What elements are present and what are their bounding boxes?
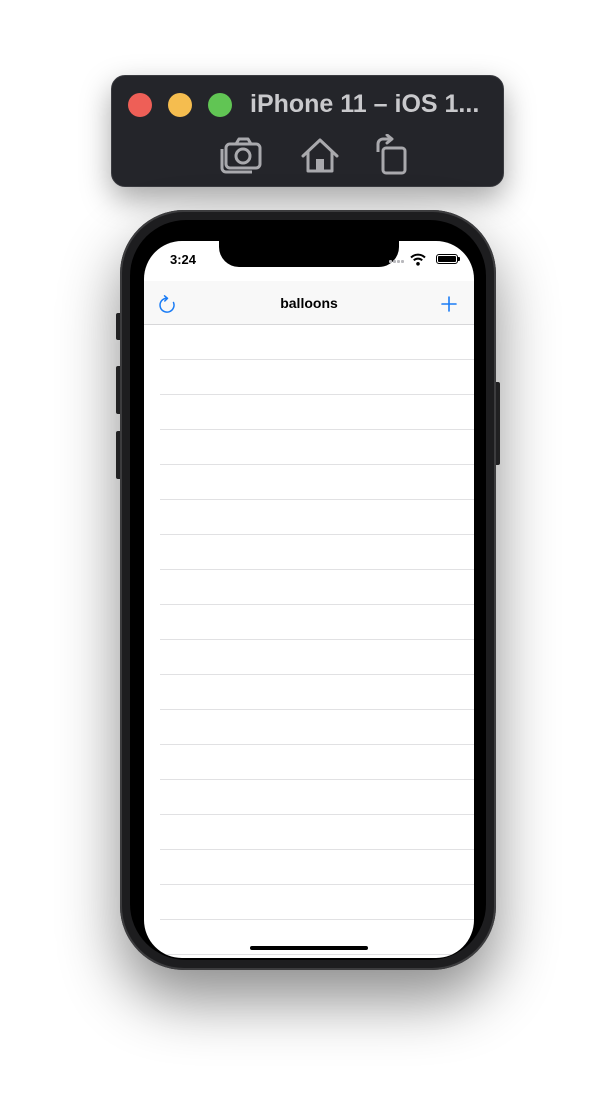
wifi-icon <box>410 253 426 266</box>
table-row[interactable] <box>160 465 474 500</box>
simulator-title-bar: iPhone 11 – iOS 1... <box>111 75 504 187</box>
phone-bezel: 3:24 balloons <box>130 220 486 960</box>
page-title: balloons <box>280 295 338 311</box>
battery-icon <box>436 254 460 264</box>
table-row[interactable] <box>160 500 474 535</box>
minimize-window-button[interactable] <box>168 93 192 117</box>
rotate-button[interactable] <box>370 134 416 176</box>
home-indicator[interactable] <box>250 946 368 950</box>
screenshot-icon <box>220 137 262 174</box>
navigation-bar: balloons <box>144 281 474 325</box>
table-row[interactable] <box>160 675 474 710</box>
iphone-frame: 3:24 balloons <box>120 210 496 970</box>
notch <box>219 241 399 267</box>
table-row[interactable] <box>160 885 474 920</box>
table-row[interactable] <box>160 780 474 815</box>
table-row[interactable] <box>160 745 474 780</box>
balloons-table[interactable] <box>144 325 474 955</box>
screenshot-button[interactable] <box>220 134 266 176</box>
home-icon <box>301 138 339 173</box>
table-row[interactable] <box>160 815 474 850</box>
table-row[interactable] <box>160 710 474 745</box>
home-button[interactable] <box>297 134 343 176</box>
phone-screen: 3:24 balloons <box>144 241 474 958</box>
zoom-window-button[interactable] <box>208 93 232 117</box>
table-row[interactable] <box>160 360 474 395</box>
cellular-signal-icon <box>388 259 404 263</box>
table-row[interactable] <box>160 395 474 430</box>
table-row[interactable] <box>160 570 474 605</box>
simulator-device-title: iPhone 11 – iOS 1... <box>250 90 480 118</box>
add-icon[interactable] <box>440 295 458 313</box>
status-time: 3:24 <box>170 252 197 267</box>
table-row[interactable] <box>160 605 474 640</box>
table-row[interactable] <box>160 640 474 675</box>
table-row[interactable] <box>160 430 474 465</box>
table-row[interactable] <box>160 535 474 570</box>
table-row[interactable] <box>160 325 474 360</box>
table-row[interactable] <box>160 850 474 885</box>
close-window-button[interactable] <box>128 93 152 117</box>
rotate-icon <box>376 134 407 175</box>
